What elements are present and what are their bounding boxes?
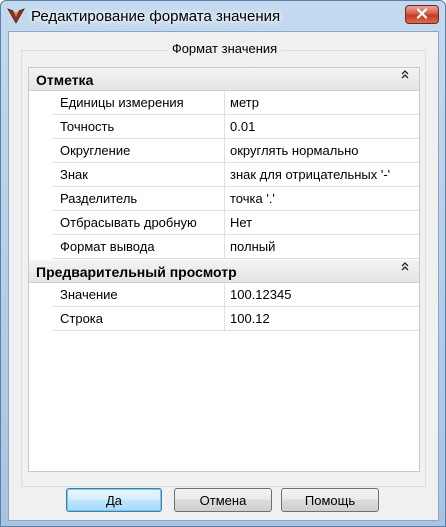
double-chevron-up-icon[interactable] [401,262,409,273]
property-value[interactable]: метр [226,91,419,114]
property-row-rounding[interactable]: Округление округлять нормально [52,139,419,163]
property-value[interactable]: Нет [226,211,419,234]
dialog-window: Редактирование формата значения Формат з… [0,0,446,527]
property-name: Знак [52,163,225,186]
close-icon [416,7,428,22]
property-name: Разделитель [52,187,225,210]
property-name: Единицы измерения [52,91,225,114]
property-value[interactable]: 100.12 [226,307,419,330]
window-title: Редактирование формата значения [31,8,281,25]
close-button[interactable] [405,5,439,24]
property-row-drop-fraction[interactable]: Отбрасывать дробную Нет [52,211,419,235]
section-title: Отметка [36,72,94,88]
property-value[interactable]: 0.01 [226,115,419,138]
section-header-mark[interactable]: Отметка [29,68,419,91]
section-header-preview[interactable]: Предварительный просмотр [29,260,419,283]
property-row-separator[interactable]: Разделитель точка '.' [52,187,419,211]
property-name: Отбрасывать дробную [52,211,225,234]
help-button[interactable]: Помощь [281,488,379,512]
property-name: Значение [52,283,225,306]
section-title: Предварительный просмотр [36,264,237,280]
ok-button[interactable]: Да [66,488,162,512]
property-row-value[interactable]: Значение 100.12345 [52,283,419,307]
property-name: Строка [52,307,225,330]
property-value[interactable]: полный [226,235,419,258]
title-bar[interactable]: Редактирование формата значения [1,1,445,31]
property-row-sign[interactable]: Знак знак для отрицательных '-' [52,163,419,187]
property-value[interactable]: округлять нормально [226,139,419,162]
property-row-units[interactable]: Единицы измерения метр [52,91,419,115]
property-grid: Отметка Единицы измерения метр Точность … [28,67,420,472]
property-row-precision[interactable]: Точность 0.01 [52,115,419,139]
cancel-button[interactable]: Отмена [174,488,272,512]
property-value[interactable]: знак для отрицательных '-' [226,163,419,186]
dialog-client-area: Формат значения Отметка Единицы измерени… [8,31,439,521]
group-title: Формат значения [9,41,440,56]
property-value[interactable]: 100.12345 [226,283,419,306]
property-name: Формат вывода [52,235,225,258]
property-name: Округление [52,139,225,162]
app-logo-icon [7,7,25,25]
double-chevron-up-icon[interactable] [401,70,409,81]
property-row-output-format[interactable]: Формат вывода полный [52,235,419,259]
property-value[interactable]: точка '.' [226,187,419,210]
property-row-string[interactable]: Строка 100.12 [52,307,419,331]
property-name: Точность [52,115,225,138]
